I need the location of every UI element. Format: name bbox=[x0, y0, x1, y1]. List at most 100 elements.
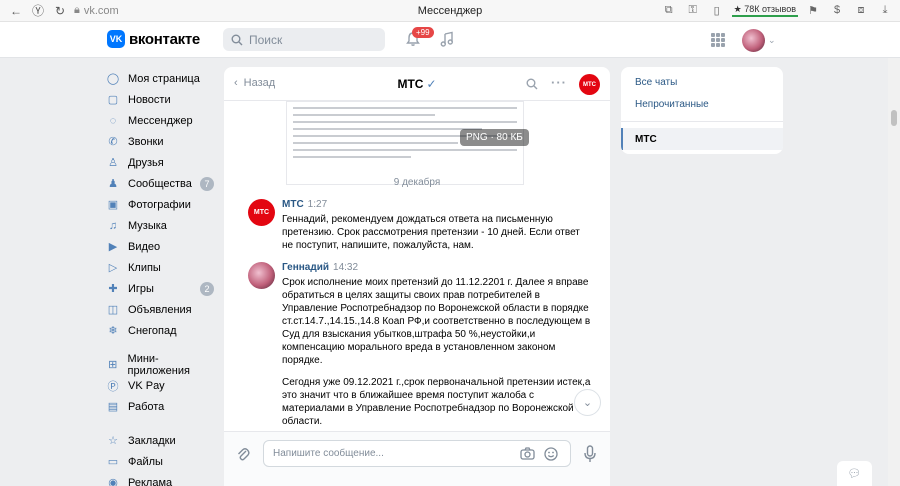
message-avatar[interactable] bbox=[248, 262, 275, 289]
search-icon bbox=[231, 34, 243, 45]
microphone-icon[interactable] bbox=[584, 445, 596, 463]
sidebar-item-label: Сообщества bbox=[128, 177, 192, 190]
browser-logo-icon[interactable]: Ⓨ bbox=[28, 1, 48, 21]
apps-icon: ⊞ bbox=[108, 359, 118, 371]
sidebar-item-label: VK Pay bbox=[128, 379, 165, 392]
message-input-placeholder: Напишите сообщение... bbox=[273, 448, 384, 459]
extensions-icon[interactable]: ⧈ bbox=[852, 1, 870, 19]
reviews-badge[interactable]: ★ 78К отзывов bbox=[731, 4, 798, 17]
key-icon[interactable]: ⚿ bbox=[684, 1, 702, 19]
sidebar-item-advertising[interactable]: ◉ Реклама bbox=[106, 472, 218, 486]
back-arrow-icon[interactable]: ← bbox=[6, 1, 26, 21]
reload-icon[interactable]: ↻ bbox=[50, 1, 70, 21]
more-options-icon[interactable]: ··· bbox=[551, 75, 567, 90]
sidebar-item-communities[interactable]: ♟ Сообщества 7 bbox=[106, 173, 218, 194]
camera-icon[interactable] bbox=[520, 447, 535, 460]
snowflake-icon: ❄ bbox=[108, 325, 118, 337]
message-avatar[interactable]: МТС bbox=[248, 199, 275, 226]
vk-logo-mark-icon: VK bbox=[107, 30, 125, 48]
filter-unread[interactable]: Непрочитанные bbox=[621, 93, 783, 115]
user-circle-icon: ◯ bbox=[106, 73, 120, 85]
vk-logo[interactable]: VK вконтакте bbox=[107, 30, 200, 48]
sidebar-item-files[interactable]: ▭ Файлы bbox=[106, 451, 218, 472]
address-bar[interactable]: 🔒︎ vk.com bbox=[74, 4, 119, 17]
page-scrollbar[interactable] bbox=[888, 58, 900, 486]
bookmark-flag-icon[interactable]: ⚑ bbox=[804, 1, 822, 19]
filter-all-chats[interactable]: Все чаты bbox=[621, 71, 783, 93]
sidebar-item-ads[interactable]: ◫ Объявления bbox=[106, 299, 218, 320]
sidebar-item-games[interactable]: ✚ Игры 2 bbox=[106, 278, 218, 299]
sidebar-item-news[interactable]: ▢ Новости bbox=[106, 89, 218, 110]
games-icon: ✚ bbox=[108, 283, 118, 295]
apps-grid-icon[interactable] bbox=[711, 33, 725, 47]
sidebar-item-label: Видео bbox=[128, 240, 161, 253]
reader-icon[interactable]: ▯ bbox=[708, 1, 726, 19]
sidebar-item-my-page[interactable]: ◯ Моя страница bbox=[106, 68, 218, 89]
sidebar-item-mini-apps[interactable]: ⊞ Мини-приложения bbox=[106, 352, 218, 377]
chat-help-icon[interactable]: 💬︎ bbox=[837, 461, 872, 486]
verified-icon: ✓ bbox=[426, 77, 437, 91]
sidebar-item-label: Звонки bbox=[128, 135, 164, 148]
sidebar-item-messenger[interactable]: ◌ Мессенджер bbox=[106, 110, 218, 131]
sidebar-item-bookmarks[interactable]: ☆ Закладки bbox=[106, 430, 218, 451]
attach-icon[interactable] bbox=[236, 446, 250, 462]
filter-selected-chat[interactable]: МТС bbox=[621, 128, 783, 150]
vk-logo-text: вконтакте bbox=[129, 30, 200, 48]
url-text: vk.com bbox=[83, 4, 119, 17]
chat-avatar-text: МТС bbox=[583, 81, 596, 88]
sidebar-item-calls[interactable]: ✆ Звонки bbox=[106, 131, 218, 152]
sidebar-item-label: Объявления bbox=[128, 303, 192, 316]
sidebar-item-label: Друзья bbox=[128, 156, 164, 169]
sidebar-item-photos[interactable]: ▣ Фотографии bbox=[106, 194, 218, 215]
ads-icon: ◫ bbox=[107, 304, 119, 316]
vkpay-icon: Ⓟ bbox=[107, 380, 119, 393]
sidebar-item-work[interactable]: ▤ Работа bbox=[106, 396, 218, 417]
profile-avatar[interactable] bbox=[742, 29, 765, 52]
message-author[interactable]: МТС bbox=[282, 199, 304, 210]
phone-icon: ✆ bbox=[108, 136, 118, 148]
wallet-icon[interactable]: $ bbox=[828, 1, 846, 19]
friends-icon: ♙ bbox=[108, 157, 118, 169]
chat-header: ‹ Назад МТС ✓ ··· МТС bbox=[224, 67, 610, 101]
message: Геннадий 14:32 Срок исполнение моих прете… bbox=[248, 262, 593, 428]
scrollbar-thumb[interactable] bbox=[891, 110, 897, 126]
sidebar-item-label: Мини-приложения bbox=[127, 352, 190, 377]
sidebar-item-video[interactable]: ▶ Видео bbox=[106, 236, 218, 257]
sidebar-item-label: Реклама bbox=[128, 476, 173, 486]
sidebar-item-snowfall[interactable]: ❄ Снегопад bbox=[106, 320, 218, 341]
attachment-size-badge: PNG · 80 КБ bbox=[460, 129, 529, 146]
messenger-icon: ◌ bbox=[109, 114, 117, 127]
chat-avatar[interactable]: МТС bbox=[579, 74, 600, 95]
scroll-down-button[interactable]: ⌄ bbox=[574, 389, 601, 416]
sidebar-item-music[interactable]: ♫ Музыка bbox=[106, 215, 218, 236]
sidebar-item-label: Музыка bbox=[128, 219, 167, 232]
browser-toolbar: ← Ⓨ ↻ 🔒︎ vk.com Мессенджер ⧉ ⚿ ▯ ★ 78К о… bbox=[0, 0, 900, 22]
emoji-icon[interactable] bbox=[544, 447, 558, 461]
chat-filter-panel: Все чаты Непрочитанные МТС bbox=[621, 67, 783, 154]
clips-icon: ▷ bbox=[108, 262, 118, 274]
message-time: 1:27 bbox=[307, 199, 328, 210]
chat-title-text: МТС bbox=[397, 77, 424, 91]
translate-icon[interactable]: ⧉ bbox=[660, 1, 678, 19]
sidebar-item-label: Новости bbox=[128, 93, 171, 106]
message-author[interactable]: Геннадий bbox=[282, 262, 329, 273]
chevron-down-icon: ⌄ bbox=[582, 397, 593, 409]
message-composer: Напишите сообщение... bbox=[224, 431, 610, 486]
sidebar-item-clips[interactable]: ▷ Клипы bbox=[106, 257, 218, 278]
photo-icon: ▣ bbox=[107, 199, 119, 211]
sidebar-item-label: Клипы bbox=[128, 261, 161, 274]
sidebar-item-vkpay[interactable]: Ⓟ VK Pay bbox=[106, 375, 218, 396]
date-separator: 9 декабря bbox=[393, 177, 441, 188]
music-icon[interactable] bbox=[440, 31, 454, 47]
vk-header: VK вконтакте Поиск +99 ⌄ bbox=[0, 22, 900, 58]
download-icon[interactable]: ⤓ bbox=[876, 1, 894, 19]
chevron-down-icon[interactable]: ⌄ bbox=[768, 35, 776, 46]
message: МТС МТС 1:27 Геннадий, рекомендуем дождат… bbox=[248, 199, 593, 252]
search-placeholder: Поиск bbox=[249, 32, 283, 47]
search-input[interactable]: Поиск bbox=[223, 28, 385, 51]
chat-search-icon[interactable] bbox=[526, 78, 538, 90]
message-time: 14:32 bbox=[333, 262, 359, 273]
chat-panel: ‹ Назад МТС ✓ ··· МТС PNG · 80 КБ 9 декаб… bbox=[224, 67, 610, 486]
sidebar-item-friends[interactable]: ♙ Друзья bbox=[106, 152, 218, 173]
games-count-badge: 2 bbox=[200, 281, 214, 296]
